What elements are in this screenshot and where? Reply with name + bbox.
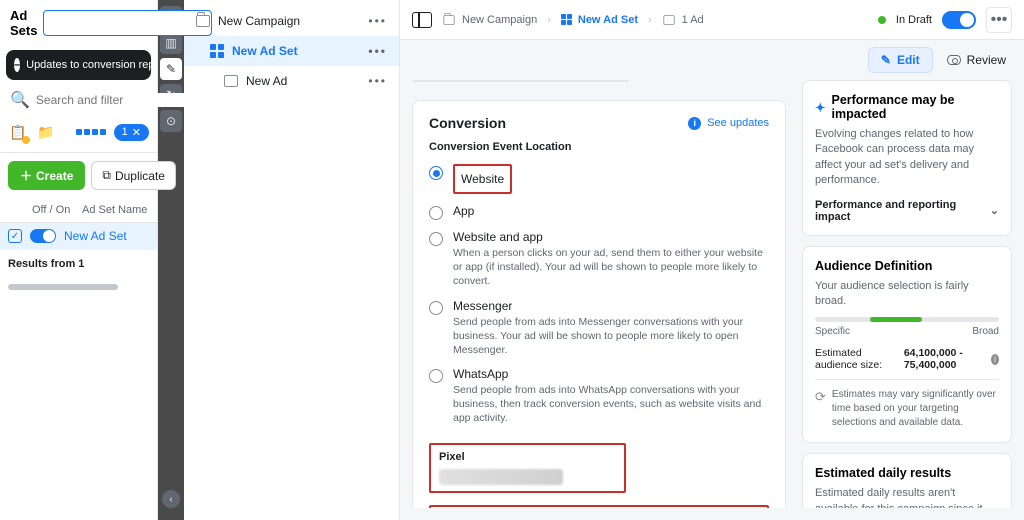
notice-banner[interactable]: – Updates to conversion reporting <box>6 50 151 80</box>
breadcrumb: New Campaign › New Ad Set › 1 Ad <box>442 14 704 26</box>
horizontal-scrollbar[interactable] <box>8 284 118 290</box>
row-checkbox[interactable]: ✓ <box>8 229 22 243</box>
table-header: Off / On Ad Set Name <box>0 198 157 223</box>
info-icon: i <box>688 117 701 130</box>
audience-size: Estimated audience size: 64,100,000 - 75… <box>815 347 999 371</box>
audience-card: Audience Definition Your audience select… <box>802 246 1012 444</box>
panel-toggle-icon[interactable] <box>412 12 432 28</box>
expand-rail-icon[interactable]: ‹ <box>162 490 180 508</box>
notice-icon: – <box>14 58 20 72</box>
selection-count-pill[interactable]: 1 ✕ <box>114 124 149 141</box>
info-icon[interactable]: i <box>991 354 999 365</box>
left-panel: Ad Sets – Updates to conversion reportin… <box>0 0 158 520</box>
audience-subtitle: Your audience selection is fairly broad. <box>815 279 999 310</box>
daily-title: Estimated daily results <box>815 466 999 480</box>
clipboard-icon[interactable]: 📋 <box>8 122 28 142</box>
table-row[interactable]: ✓ New Ad Set <box>0 223 157 250</box>
broad-label: Broad <box>972 326 999 337</box>
more-menu-icon[interactable]: ••• <box>986 7 1012 33</box>
eye-icon <box>947 55 961 65</box>
performance-card: ✦ Performance may be impacted Evolving ch… <box>802 80 1012 236</box>
row-name-link[interactable]: New Ad Set <box>64 229 127 243</box>
status-dot <box>878 16 886 24</box>
ad-icon <box>663 15 674 25</box>
ad-icon <box>224 75 238 87</box>
adset-icon <box>561 14 572 25</box>
radio-website-app[interactable]: Website and appWhen a person clicks on y… <box>429 225 769 294</box>
publish-toggle[interactable] <box>942 11 976 29</box>
crumb-campaign[interactable]: New Campaign <box>462 14 537 26</box>
sparkle-icon: ✦ <box>815 100 825 115</box>
notice-text: Updates to conversion reporting <box>26 59 151 71</box>
topbar: New Campaign › New Ad Set › 1 Ad In Draf… <box>400 0 1024 40</box>
radio-icon[interactable] <box>429 301 443 315</box>
review-button[interactable]: Review <box>947 53 1006 67</box>
audience-meter <box>815 317 999 322</box>
more-icon[interactable]: ••• <box>368 44 387 58</box>
audience-note: Estimates may vary significantly over ti… <box>832 388 999 430</box>
main-area: New Campaign › New Ad Set › 1 Ad In Draf… <box>400 0 1024 520</box>
search-icon: 🔍 <box>10 90 30 110</box>
pixel-label: Pixel <box>439 451 616 463</box>
edit-rail-icon[interactable]: ✎ <box>160 58 182 80</box>
tree-campaign[interactable]: New Campaign ••• <box>184 6 399 36</box>
duplicate-button[interactable]: ⧉ Duplicate <box>91 161 176 190</box>
performance-desc: Evolving changes related to how Facebook… <box>815 127 999 189</box>
crumb-adset[interactable]: New Ad Set <box>578 14 638 26</box>
zoom-icon[interactable]: ⊙ <box>160 110 182 132</box>
see-updates-link[interactable]: iSee updates <box>688 117 769 130</box>
right-rail: ✦ Performance may be impacted Evolving ch… <box>802 80 1012 508</box>
chevron-down-icon: ⌄ <box>990 204 999 217</box>
daily-results-card: Estimated daily results Estimated daily … <box>802 453 1012 508</box>
location-label: Conversion Event Location <box>429 141 769 153</box>
ad-sets-title: Ad Sets <box>10 8 37 38</box>
radio-whatsapp[interactable]: WhatsAppSend people from ads into WhatsA… <box>429 362 769 431</box>
radio-icon[interactable] <box>429 232 443 246</box>
prev-section-sliver <box>412 80 629 82</box>
grid-view-icon[interactable] <box>76 129 106 135</box>
conversion-event-box: Conversion Event Complete Registration ✕ <box>429 505 769 508</box>
daily-desc: Estimated daily results aren't available… <box>815 486 999 508</box>
radio-icon[interactable] <box>429 369 443 383</box>
status-label: In Draft <box>896 14 932 26</box>
performance-expand[interactable]: Performance and reporting impact⌄ <box>815 199 999 223</box>
col-toggle: Off / On <box>32 204 74 216</box>
audience-title: Audience Definition <box>815 259 999 273</box>
gauge-icon: ⟳ <box>815 388 826 430</box>
radio-icon[interactable] <box>429 166 443 180</box>
specific-label: Specific <box>815 326 850 337</box>
folder-icon <box>443 15 454 25</box>
radio-messenger[interactable]: MessengerSend people from ads into Messe… <box>429 294 769 363</box>
more-icon[interactable]: ••• <box>368 74 387 88</box>
vertical-rail: ✕ ▥ ✎ ↻ ⊙ ‹ <box>158 0 184 520</box>
row-toggle[interactable] <box>30 229 56 243</box>
more-icon[interactable]: ••• <box>368 14 387 28</box>
adset-icon <box>210 44 224 58</box>
folder-icon <box>196 15 210 27</box>
tree-adset[interactable]: New Ad Set ••• <box>184 36 399 66</box>
radio-app[interactable]: App <box>429 199 769 225</box>
search-input[interactable] <box>36 93 191 107</box>
folder-open-icon[interactable]: 📁 <box>36 122 56 142</box>
tree-panel: New Campaign ••• New Ad Set ••• New Ad •… <box>184 0 400 520</box>
col-name: Ad Set Name <box>82 204 147 216</box>
crumb-ad[interactable]: 1 Ad <box>682 14 704 26</box>
conversion-title: Conversion <box>429 115 506 131</box>
pixel-box: Pixel <box>429 443 626 493</box>
radio-icon[interactable] <box>429 206 443 220</box>
pixel-value-redacted <box>439 469 563 485</box>
conversion-section: Conversion iSee updates Conversion Event… <box>412 100 786 508</box>
performance-title: Performance may be impacted <box>831 93 999 121</box>
tree-ad[interactable]: New Ad ••• <box>184 66 399 96</box>
create-button[interactable]: ＋ Create <box>8 161 85 190</box>
edit-button[interactable]: ✎ Edit <box>868 47 933 73</box>
results-summary: Results from 1 <box>0 250 157 278</box>
radio-website[interactable]: Website <box>429 159 769 199</box>
